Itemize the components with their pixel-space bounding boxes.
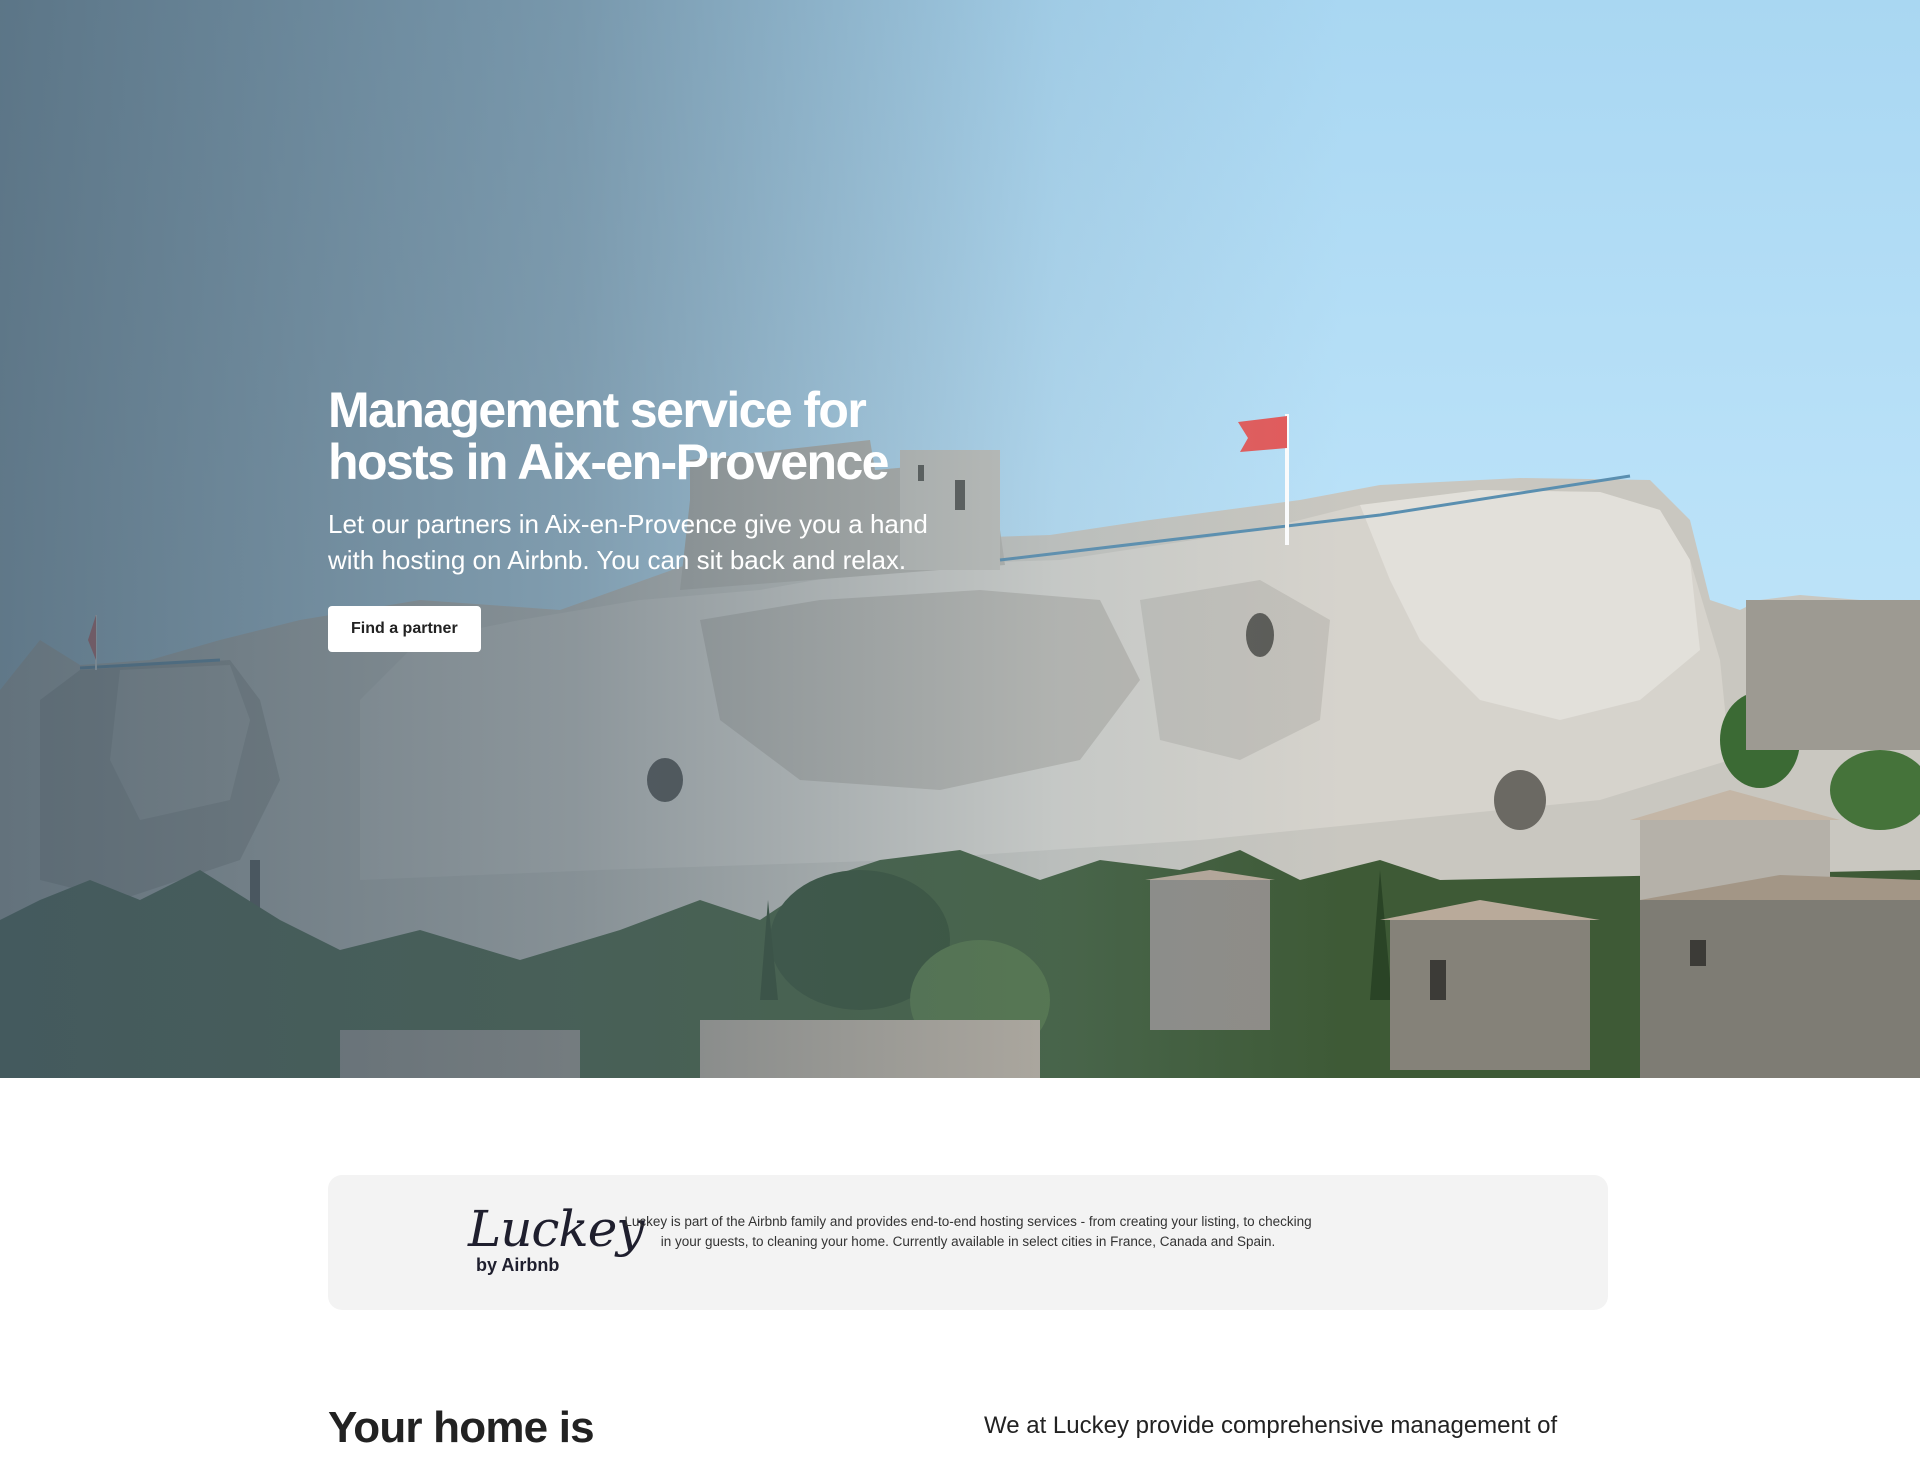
hero-section: Management service for hosts in Aix-en-P…	[0, 0, 1920, 1078]
luckey-logo[interactable]: Luckey by Airbnb	[468, 1201, 645, 1291]
luckey-banner: Luckey by Airbnb Luckey is part of the A…	[328, 1175, 1608, 1310]
hero-title: Management service for hosts in Aix-en-P…	[328, 382, 890, 490]
section-intro: We at Luckey provide comprehensive manag…	[984, 1412, 1558, 1439]
luckey-logo-byline: by Airbnb	[476, 1255, 560, 1275]
find-partner-button[interactable]: Find a partner	[328, 606, 481, 652]
hero-content: Management service for hosts in Aix-en-P…	[328, 384, 1028, 652]
luckey-logo-script: Luckey	[468, 1200, 645, 1258]
hero-subtitle: Let our partners in Aix-en-Provence give…	[328, 509, 928, 575]
section-heading: Your home is	[328, 1403, 595, 1452]
luckey-description: Luckey is part of the Airbnb family and …	[624, 1214, 1312, 1249]
